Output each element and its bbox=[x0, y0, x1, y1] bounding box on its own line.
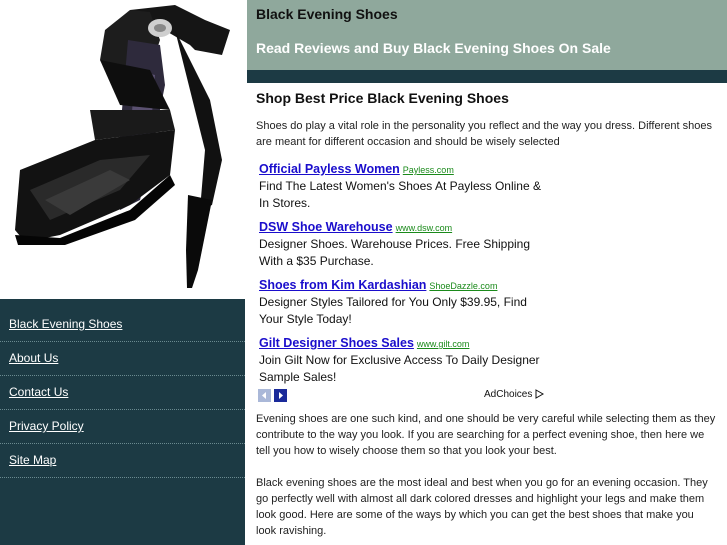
sidebar-item-contact-us[interactable]: Contact Us bbox=[0, 376, 245, 410]
ad-next-arrow-icon[interactable] bbox=[274, 389, 287, 402]
ad-description: Designer Shoes. Warehouse Prices. Free S… bbox=[259, 237, 531, 268]
sidebar-item-about-us[interactable]: About Us bbox=[0, 342, 245, 376]
adchoices-label: AdChoices bbox=[484, 389, 533, 400]
ad-description: Designer Styles Tailored for You Only $3… bbox=[259, 295, 527, 326]
ad-url-link[interactable]: www.gilt.com bbox=[417, 339, 470, 349]
ad-url-link[interactable]: ShoeDazzle.com bbox=[429, 281, 497, 291]
sidebar-nav: Black Evening Shoes About Us Contact Us … bbox=[0, 299, 245, 545]
shoe-image bbox=[0, 0, 245, 299]
ad-item: Official Payless Women Payless.com Find T… bbox=[259, 160, 716, 212]
black-evening-shoe-illustration bbox=[15, 5, 230, 288]
main-content: Shop Best Price Black Evening Shoes Shoe… bbox=[256, 90, 716, 150]
ad-item: DSW Shoe Warehouse www.dsw.com Designer S… bbox=[259, 218, 716, 270]
sidebar-item-site-map[interactable]: Site Map bbox=[0, 444, 245, 478]
article-paragraph: Evening shoes are one such kind, and one… bbox=[256, 413, 716, 457]
ad-url-link[interactable]: Payless.com bbox=[403, 165, 454, 175]
adchoices-icon bbox=[535, 389, 545, 400]
ad-url-link[interactable]: www.dsw.com bbox=[396, 223, 453, 233]
ad-title-link[interactable]: Shoes from Kim Kardashian bbox=[259, 278, 426, 292]
ad-prev-arrow-icon[interactable] bbox=[258, 389, 271, 402]
page-heading: Shop Best Price Black Evening Shoes bbox=[256, 90, 509, 106]
sidebar-item-black-evening-shoes[interactable]: Black Evening Shoes bbox=[0, 308, 245, 342]
site-title: Black Evening Shoes bbox=[256, 6, 398, 22]
sidebar: Black Evening Shoes About Us Contact Us … bbox=[0, 0, 245, 545]
ad-controls: AdChoices bbox=[258, 389, 548, 403]
ad-item: Gilt Designer Shoes Sales www.gilt.com Jo… bbox=[259, 334, 716, 386]
site-tagline: Read Reviews and Buy Black Evening Shoes… bbox=[256, 40, 611, 56]
ad-block: Official Payless Women Payless.com Find T… bbox=[256, 160, 716, 386]
ad-title-link[interactable]: Gilt Designer Shoes Sales bbox=[259, 336, 414, 350]
intro-text: Shoes do play a vital role in the person… bbox=[256, 120, 712, 148]
ad-description: Join Gilt Now for Exclusive Access To Da… bbox=[259, 353, 540, 384]
header-bar bbox=[247, 70, 727, 83]
page-header: Black Evening Shoes Read Reviews and Buy… bbox=[247, 0, 727, 70]
adchoices-link[interactable]: AdChoices bbox=[484, 389, 545, 400]
article-paragraph: Black evening shoes are the most ideal a… bbox=[256, 477, 708, 537]
article-body: Evening shoes are one such kind, and one… bbox=[256, 411, 716, 539]
sidebar-item-privacy-policy[interactable]: Privacy Policy bbox=[0, 410, 245, 444]
ad-item: Shoes from Kim Kardashian ShoeDazzle.com … bbox=[259, 276, 716, 328]
ad-description: Find The Latest Women's Shoes At Payless… bbox=[259, 179, 541, 210]
ad-title-link[interactable]: DSW Shoe Warehouse bbox=[259, 220, 393, 234]
ad-title-link[interactable]: Official Payless Women bbox=[259, 162, 400, 176]
